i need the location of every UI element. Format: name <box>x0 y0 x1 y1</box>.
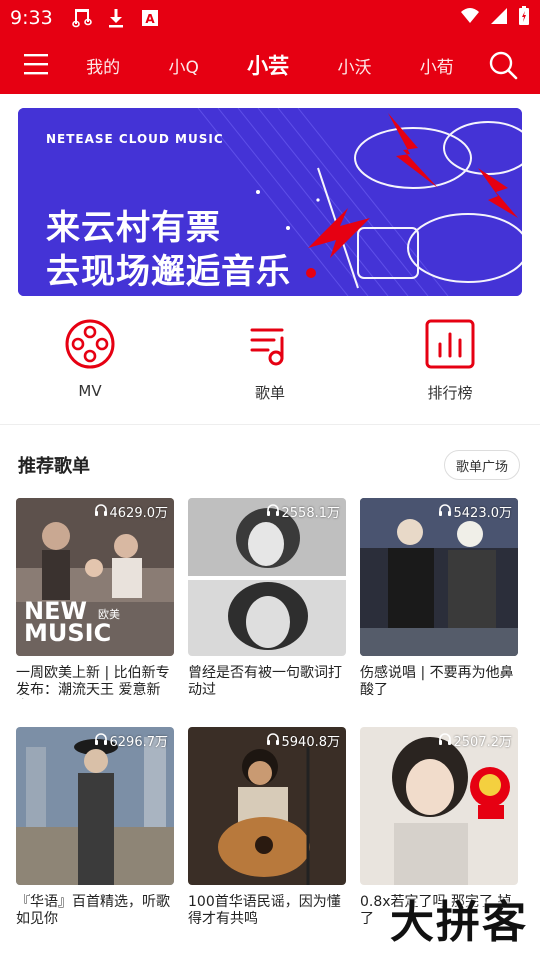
top-nav-bar: 我的 小Q 小芸 小沃 小荀 <box>0 36 540 94</box>
play-count-text: 6296.7万 <box>109 735 169 750</box>
banner-brand: NETEASE CLOUD MUSIC <box>46 132 224 146</box>
watermark: 大拼客 <box>390 897 528 948</box>
quick-chart-label: 排行榜 <box>427 384 473 402</box>
playlist-cover: 2558.1万 <box>188 498 346 656</box>
headphones-icon <box>266 732 280 749</box>
a-box-icon: A <box>139 7 161 29</box>
headphones-icon <box>94 732 108 749</box>
playlist-title: 100首华语民谣，因为懂得才有共鸣 <box>188 894 341 927</box>
chart-icon <box>424 318 476 370</box>
playlist-title: 一周欧美上新 | 比伯新专发布：潮流天王 爱意新章 <box>16 665 170 698</box>
quick-mv[interactable]: MV <box>0 318 180 418</box>
playlist-cover: NEW MUSIC 欧美 4629.0万 <box>16 498 174 656</box>
play-count: 5423.0万 <box>438 502 513 521</box>
playlist-icon <box>244 318 296 370</box>
banner-headline-1: 来云村有票 <box>46 208 221 248</box>
quick-mv-label: MV <box>78 382 102 400</box>
play-count-text: 2507.2万 <box>453 735 513 750</box>
play-count-text: 4629.0万 <box>109 506 169 521</box>
wifi-icon <box>460 7 480 29</box>
play-count-text: 5423.0万 <box>453 506 513 521</box>
playlist-title: 曾经是否有被一句歌词打动过 <box>188 665 342 698</box>
music-note-icon <box>71 7 93 29</box>
tab-xiaoq[interactable]: 小Q <box>168 53 198 78</box>
menu-icon[interactable] <box>22 52 50 76</box>
download-icon <box>105 7 127 29</box>
banner-headline-2: 去现场邂逅音乐 <box>46 252 291 292</box>
svg-text:A: A <box>145 12 155 26</box>
playlist-card[interactable]: 6296.7万 『华语』百首精选，听歌如见你 <box>16 727 174 928</box>
play-count: 4629.0万 <box>94 502 169 521</box>
play-count: 6296.7万 <box>94 731 169 750</box>
play-count: 2558.1万 <box>266 502 341 521</box>
status-bar: 9:33 A <box>0 0 540 36</box>
tab-xiaoyun[interactable]: 小芸 <box>247 50 289 80</box>
playlist-card[interactable]: NEW MUSIC 欧美 4629.0万 一周欧美上新 | 比伯新专发布：潮流天… <box>16 498 174 699</box>
play-count-text: 5940.8万 <box>281 735 341 750</box>
playlist-card[interactable]: 2558.1万 曾经是否有被一句歌词打动过 <box>188 498 346 699</box>
tab-xiaoxun[interactable]: 小荀 <box>420 53 454 78</box>
playlist-cover: 6296.7万 <box>16 727 174 885</box>
playlist-cover: 2507.2万 <box>360 727 518 885</box>
quick-playlist-label: 歌单 <box>254 384 285 402</box>
section-divider <box>0 424 540 425</box>
headphones-icon <box>438 503 452 520</box>
quick-chart[interactable]: 排行榜 <box>360 318 540 418</box>
search-icon[interactable] <box>488 50 518 80</box>
cover-subtext: 欧美 <box>98 608 120 621</box>
playlist-title: 伤感说唱 | 不要再为他鼻酸了 <box>360 665 514 698</box>
signal-icon <box>490 7 508 29</box>
banner-dot <box>306 268 316 278</box>
play-count: 5940.8万 <box>266 731 341 750</box>
playlist-card[interactable]: 5423.0万 伤感说唱 | 不要再为他鼻酸了 <box>360 498 518 699</box>
playlist-cover: 5940.8万 <box>188 727 346 885</box>
film-reel-icon <box>64 318 116 370</box>
status-time: 9:33 <box>10 7 53 29</box>
playlist-plaza-button[interactable]: 歌单广场 <box>443 450 520 480</box>
top-tabs: 我的 小Q 小芸 小沃 小荀 <box>62 36 478 94</box>
tab-wode[interactable]: 我的 <box>86 53 120 78</box>
headphones-icon <box>438 732 452 749</box>
playlist-cover: 5423.0万 <box>360 498 518 656</box>
section-title: 推荐歌单 <box>18 456 90 477</box>
play-count: 2507.2万 <box>438 731 513 750</box>
tab-xiaowo[interactable]: 小沃 <box>337 53 371 78</box>
playlist-title: 『华语』百首精选，听歌如见你 <box>16 894 170 927</box>
quick-playlist[interactable]: 歌单 <box>180 318 360 418</box>
playlist-card[interactable]: 5940.8万 100首华语民谣，因为懂得才有共鸣 <box>188 727 346 928</box>
quick-access-row: MV 歌单 排行榜 <box>0 318 540 418</box>
headphones-icon <box>266 503 280 520</box>
play-count-text: 2558.1万 <box>281 506 341 521</box>
battery-icon <box>518 6 530 30</box>
headphones-icon <box>94 503 108 520</box>
promo-banner[interactable]: NETEASE CLOUD MUSIC 来云村有票 去现场邂逅音乐 <box>18 108 522 296</box>
